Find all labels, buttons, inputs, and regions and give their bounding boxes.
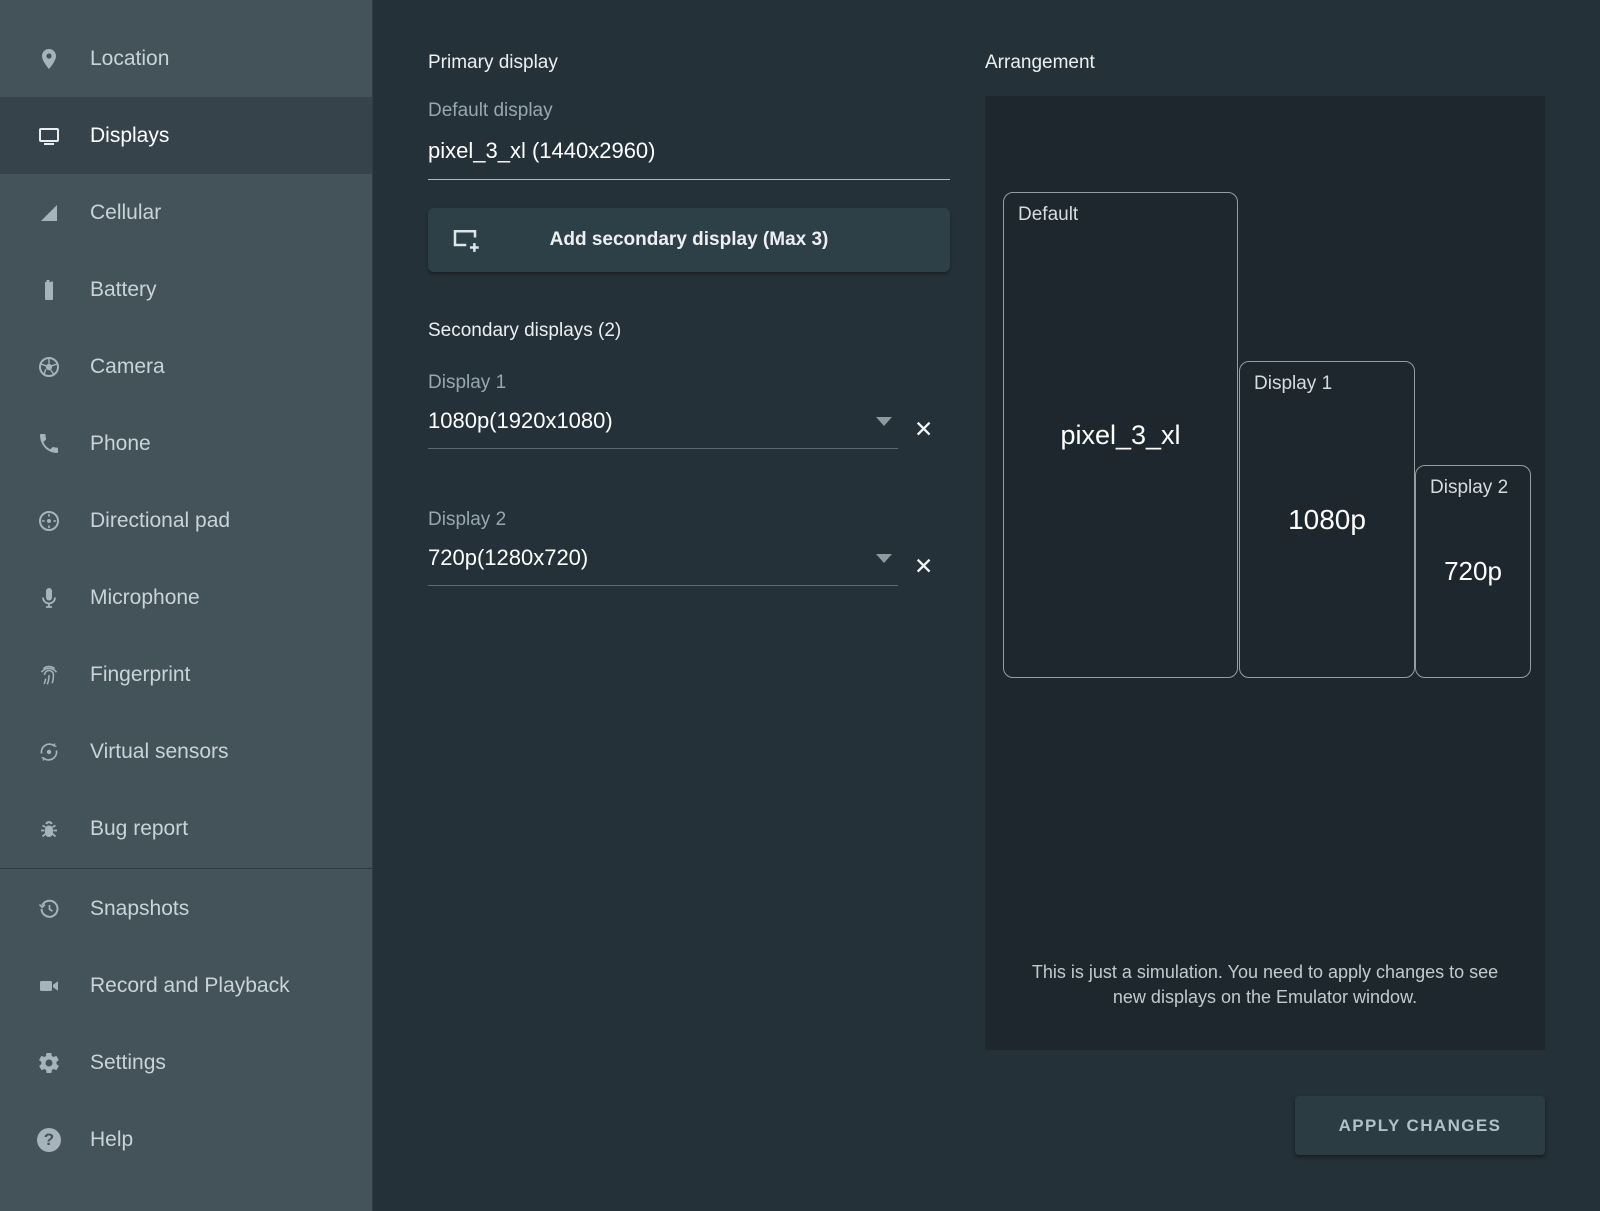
- sidebar-item-label: Virtual sensors: [90, 740, 229, 764]
- footer-actions: APPLY CHANGES: [985, 1096, 1545, 1155]
- sidebar: Location Displays Cellular Battery Camer: [0, 0, 373, 1211]
- cellular-icon: [36, 200, 62, 226]
- microphone-icon: [36, 585, 62, 611]
- virtual-sensors-icon: [36, 739, 62, 765]
- sidebar-item-microphone[interactable]: Microphone: [0, 559, 372, 636]
- sidebar-item-record-and-playback[interactable]: Record and Playback: [0, 947, 372, 1024]
- display-1-remove-button[interactable]: ✕: [914, 418, 933, 441]
- sidebar-divider: [0, 868, 372, 869]
- display-2-label: Display 2: [428, 509, 950, 531]
- sidebar-item-label: Bug report: [90, 817, 188, 841]
- sidebar-item-label: Snapshots: [90, 897, 189, 921]
- display-1-group: Display 1 1080p(1920x1080) ✕: [428, 372, 950, 449]
- sidebar-item-snapshots[interactable]: Snapshots: [0, 870, 372, 947]
- sidebar-item-label: Record and Playback: [90, 974, 290, 998]
- phone-icon: [36, 431, 62, 457]
- arrangement-panel: Default pixel_3_xl Display 1 1080p Displ…: [985, 96, 1545, 1050]
- sidebar-item-label: Location: [90, 47, 169, 71]
- battery-icon: [36, 277, 62, 303]
- primary-display-heading: Primary display: [428, 52, 950, 74]
- location-icon: [36, 46, 62, 72]
- display-1-label: Display 1: [428, 372, 950, 394]
- display-2-remove-button[interactable]: ✕: [914, 555, 933, 578]
- sidebar-item-label: Phone: [90, 432, 151, 456]
- sidebar-item-label: Directional pad: [90, 509, 230, 533]
- sidebar-item-virtual-sensors[interactable]: Virtual sensors: [0, 713, 372, 790]
- arrangement-column: Arrangement Default pixel_3_xl Display 1…: [985, 0, 1545, 1211]
- chevron-down-icon: [876, 554, 892, 563]
- arrangement-default-display: Default pixel_3_xl: [1003, 192, 1238, 678]
- simulation-note: This is just a simulation. You need to a…: [985, 960, 1545, 1010]
- displays-page: Primary display Default display pixel_3_…: [373, 0, 1600, 1211]
- sidebar-item-battery[interactable]: Battery: [0, 251, 372, 328]
- secondary-displays-heading: Secondary displays (2): [428, 320, 950, 342]
- fingerprint-icon: [36, 662, 62, 688]
- display-1-dropdown[interactable]: 1080p(1920x1080): [428, 408, 898, 449]
- arrangement-default-value: pixel_3_xl: [1004, 193, 1237, 677]
- display-1-value: 1080p(1920x1080): [428, 408, 613, 434]
- sidebar-item-location[interactable]: Location: [0, 20, 372, 97]
- sidebar-item-label: Microphone: [90, 586, 200, 610]
- sidebar-item-directional-pad[interactable]: Directional pad: [0, 482, 372, 559]
- sidebar-item-bug-report[interactable]: Bug report: [0, 790, 372, 867]
- extended-controls-window: Location Displays Cellular Battery Camer: [0, 0, 1600, 1211]
- sidebar-item-label: Fingerprint: [90, 663, 190, 687]
- sidebar-item-displays[interactable]: Displays: [0, 97, 372, 174]
- sidebar-item-label: Help: [90, 1128, 133, 1152]
- default-display-value: pixel_3_xl (1440x2960): [428, 138, 950, 180]
- sidebar-item-camera[interactable]: Camera: [0, 328, 372, 405]
- sidebar-item-label: Camera: [90, 355, 165, 379]
- camera-icon: [36, 354, 62, 380]
- sidebar-item-help[interactable]: ? Help: [0, 1101, 372, 1178]
- sidebar-item-phone[interactable]: Phone: [0, 405, 372, 482]
- arrangement-heading: Arrangement: [985, 52, 1545, 74]
- chevron-down-icon: [876, 417, 892, 426]
- default-display-label: Default display: [428, 100, 950, 122]
- displays-icon: [36, 123, 62, 149]
- sidebar-item-label: Cellular: [90, 201, 161, 225]
- add-display-icon: [450, 225, 480, 261]
- arrangement-display-2-value: 720p: [1416, 466, 1530, 677]
- display-settings-column: Primary display Default display pixel_3_…: [428, 0, 950, 1211]
- bug-report-icon: [36, 816, 62, 842]
- add-secondary-display-label: Add secondary display (Max 3): [550, 229, 829, 251]
- sidebar-item-cellular[interactable]: Cellular: [0, 174, 372, 251]
- display-2-dropdown[interactable]: 720p(1280x720): [428, 545, 898, 586]
- sidebar-item-label: Displays: [90, 124, 169, 148]
- sidebar-item-settings[interactable]: Settings: [0, 1024, 372, 1101]
- sidebar-item-label: Battery: [90, 278, 157, 302]
- display-2-value: 720p(1280x720): [428, 545, 588, 571]
- sidebar-item-label: Settings: [90, 1051, 166, 1075]
- settings-icon: [36, 1050, 62, 1076]
- sidebar-item-fingerprint[interactable]: Fingerprint: [0, 636, 372, 713]
- add-secondary-display-button[interactable]: Add secondary display (Max 3): [428, 208, 950, 272]
- arrangement-display-1[interactable]: Display 1 1080p: [1239, 361, 1415, 678]
- help-icon: ?: [36, 1127, 62, 1153]
- display-2-group: Display 2 720p(1280x720) ✕: [428, 509, 950, 586]
- arrangement-display-2[interactable]: Display 2 720p: [1415, 465, 1531, 678]
- snapshots-icon: [36, 896, 62, 922]
- record-icon: [36, 973, 62, 999]
- apply-changes-button[interactable]: APPLY CHANGES: [1295, 1096, 1545, 1155]
- arrangement-display-1-value: 1080p: [1240, 362, 1414, 677]
- dpad-icon: [36, 508, 62, 534]
